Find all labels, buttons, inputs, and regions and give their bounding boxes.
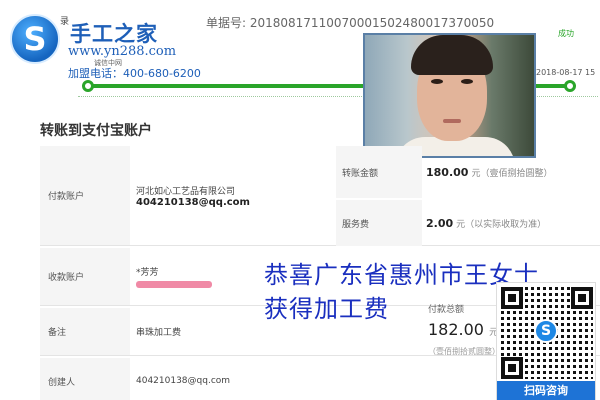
logo-url: www.yn288.com xyxy=(68,44,177,59)
status-date: 2018-08-17 15 xyxy=(536,68,596,77)
payee-name: *芳芳 xyxy=(136,268,159,278)
photo-mouth xyxy=(443,119,461,123)
transfer-amount-unit: 元 xyxy=(471,168,481,179)
payer-company: 河北如心工艺品有限公司 xyxy=(136,186,236,197)
transfer-amount-label: 转账金额 xyxy=(336,146,422,198)
logo-emblem-icon: S xyxy=(10,14,60,64)
service-fee-label: 服务费 xyxy=(336,200,422,246)
service-fee-value: 2.00 xyxy=(426,216,454,230)
qr-brand-icon: S xyxy=(534,319,558,343)
photo-eye xyxy=(431,79,443,84)
creator-value: 404210138@qq.com xyxy=(136,376,231,386)
memo-label: 备注 xyxy=(40,308,130,355)
progress-step-dot xyxy=(564,80,576,92)
order-number: 单据号: 20180817110070001502480017370050 xyxy=(206,16,495,30)
qr-code[interactable]: S 扫码咨询 xyxy=(496,282,596,400)
page-title: 转账到支付宝账户 xyxy=(40,123,152,139)
creator-label: 创建人 xyxy=(40,358,130,400)
photo-eye xyxy=(461,79,473,84)
service-fee: 2.00 元 （以实际收取为准） xyxy=(426,200,546,246)
payee-label: 收款账户 xyxy=(40,248,130,305)
memo-value: 串珠加工费 xyxy=(136,328,182,338)
logo-small-text: 录 xyxy=(60,17,70,27)
transfer-amount-value: 180.00 xyxy=(426,165,469,179)
redaction-mark xyxy=(136,281,212,288)
payer-label: 付款账户 xyxy=(40,146,130,245)
qr-finder-icon xyxy=(501,287,523,309)
service-fee-note: （以实际收取为准） xyxy=(465,219,547,230)
total-amount-words: （壹佰捌拾贰圆整） xyxy=(428,347,500,356)
payer-email: 404210138@qq.com xyxy=(136,196,250,208)
progress-step-dot xyxy=(82,80,94,92)
franchise-phone: 加盟电话：400-680-6200 xyxy=(68,67,201,80)
brand-logo[interactable]: S 录 手工之家 www.yn288.com 诚信中网 加盟电话：400-680… xyxy=(4,2,204,80)
customer-photo xyxy=(363,33,536,158)
payee-value: *芳芳 xyxy=(132,248,212,305)
transfer-amount-words: （壹佰捌拾圆整） xyxy=(480,168,553,179)
service-fee-unit: 元 xyxy=(456,219,466,230)
status-success: 成功 xyxy=(558,29,574,38)
transfer-amount: 180.00 元 （壹佰捌拾圆整） xyxy=(426,146,552,198)
qr-caption: 扫码咨询 xyxy=(497,381,595,400)
qr-finder-icon xyxy=(501,357,523,379)
qr-finder-icon xyxy=(571,287,593,309)
photo-hair xyxy=(411,35,493,75)
payer-value: 河北如心工艺品有限公司 404210138@qq.com xyxy=(132,146,250,245)
